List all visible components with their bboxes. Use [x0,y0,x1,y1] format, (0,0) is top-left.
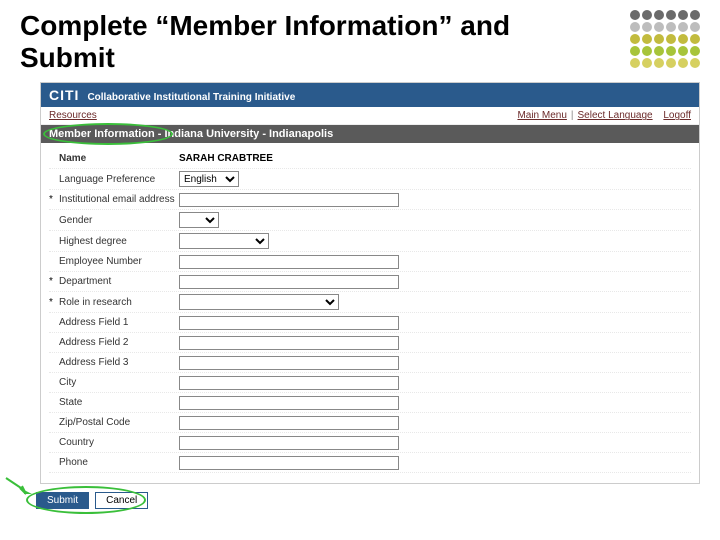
gender-label: Gender [59,215,179,226]
language-select[interactable]: English [179,171,239,187]
citi-subtitle: Collaborative Institutional Training Ini… [87,92,295,103]
role-label: Role in research [59,297,179,308]
nav-separator [657,110,660,121]
deco-dot [666,34,676,44]
nav-bar: Resources Main Menu | Select Language Lo… [41,107,699,125]
email-input[interactable] [179,193,399,207]
deco-dot [642,58,652,68]
nav-resources-link[interactable]: Resources [49,110,97,121]
deco-dot [654,46,664,56]
country-input[interactable] [179,436,399,450]
addr3-label: Address Field 3 [59,357,179,368]
deco-dot [690,10,700,20]
addr2-label: Address Field 2 [59,337,179,348]
dept-label: Department [59,276,179,287]
required-marker: * [49,194,59,205]
degree-label: Highest degree [59,236,179,247]
nav-separator: | [571,110,574,121]
dept-input[interactable] [179,275,399,289]
deco-dot [654,34,664,44]
arrow-icon [4,476,34,496]
phone-input[interactable] [179,456,399,470]
nav-select-language-link[interactable]: Select Language [578,110,653,121]
required-marker: * [49,276,59,287]
citi-logo: CITI [49,87,79,103]
deco-dot [630,46,640,56]
degree-select[interactable] [179,233,269,249]
deco-dot [666,10,676,20]
deco-dot [678,22,688,32]
deco-dot [678,34,688,44]
deco-dot [630,10,640,20]
slide-title: Complete “Member Information” and Submit [0,0,560,82]
deco-dot [666,46,676,56]
empno-input[interactable] [179,255,399,269]
name-label: Name [59,153,179,164]
gender-select[interactable] [179,212,219,228]
deco-dot [630,58,640,68]
city-label: City [59,377,179,388]
deco-dot [666,22,676,32]
required-marker: * [49,297,59,308]
deco-dot [642,22,652,32]
deco-dot [630,34,640,44]
member-info-form: Name SARAH CRABTREE Language Preference … [41,143,699,483]
role-select[interactable] [179,294,339,310]
button-row: Submit Cancel [36,492,148,509]
addr2-input[interactable] [179,336,399,350]
empno-label: Employee Number [59,256,179,267]
submit-button[interactable]: Submit [36,492,89,509]
deco-dot [630,22,640,32]
addr3-input[interactable] [179,356,399,370]
deco-dot [654,58,664,68]
nav-logoff-link[interactable]: Logoff [663,110,691,121]
deco-dot [678,10,688,20]
section-title: Member Information - Indiana University … [49,128,333,140]
addr1-label: Address Field 1 [59,317,179,328]
section-title-bar: Member Information - Indiana University … [41,125,699,143]
addr1-input[interactable] [179,316,399,330]
cancel-button[interactable]: Cancel [95,492,148,509]
deco-dot [654,22,664,32]
citi-app-frame: CITI Collaborative Institutional Trainin… [40,82,700,484]
deco-dot [690,58,700,68]
phone-label: Phone [59,457,179,468]
state-label: State [59,397,179,408]
state-input[interactable] [179,396,399,410]
name-value: SARAH CRABTREE [179,153,691,164]
deco-dot [690,34,700,44]
deco-dot [642,34,652,44]
zip-input[interactable] [179,416,399,430]
country-label: Country [59,437,179,448]
deco-dot [642,10,652,20]
deco-dot [690,22,700,32]
deco-dot [690,46,700,56]
decorative-dots [630,10,700,68]
city-input[interactable] [179,376,399,390]
zip-label: Zip/Postal Code [59,417,179,428]
deco-dot [642,46,652,56]
email-label: Institutional email address [59,194,179,205]
app-header: CITI Collaborative Institutional Trainin… [41,83,699,107]
deco-dot [678,58,688,68]
deco-dot [666,58,676,68]
nav-main-menu-link[interactable]: Main Menu [517,110,566,121]
deco-dot [654,10,664,20]
language-label: Language Preference [59,174,179,185]
deco-dot [678,46,688,56]
